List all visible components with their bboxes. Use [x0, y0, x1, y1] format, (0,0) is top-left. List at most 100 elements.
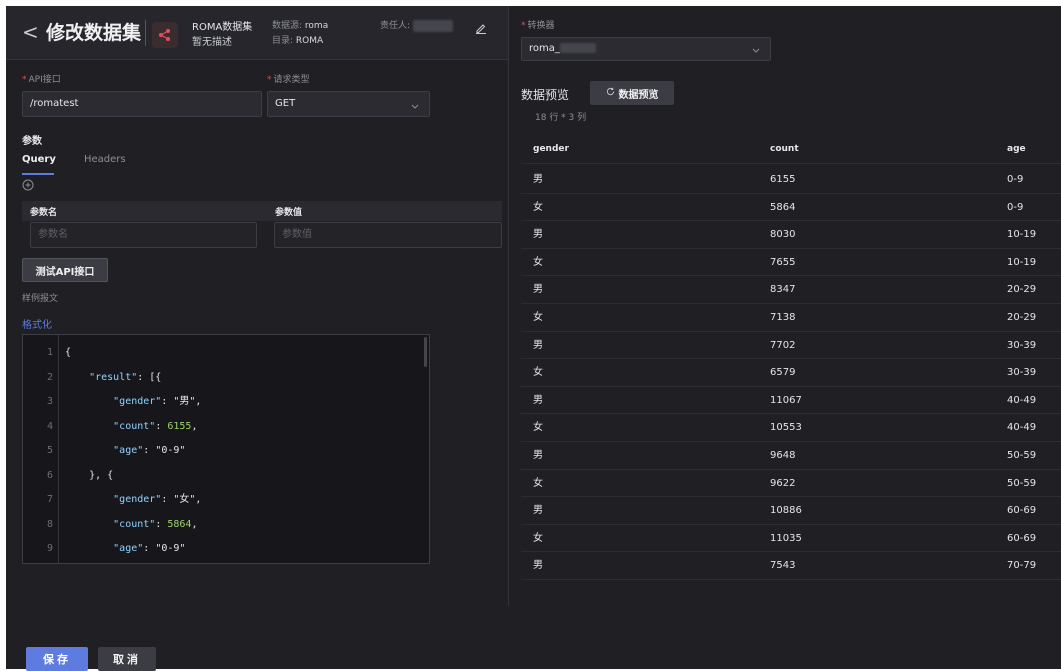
code-token: : "0-9"	[143, 445, 186, 456]
table-row: 女 7138 20-29	[521, 304, 1061, 332]
code-line: 8 "count": 5864,	[23, 513, 198, 537]
converter-redacted	[559, 43, 596, 53]
code-text: "age": "0-9"	[65, 537, 185, 561]
owner-redacted	[412, 19, 453, 32]
code-token: :	[155, 420, 168, 432]
table-cell: 男	[533, 505, 543, 517]
table-cell: 男	[533, 394, 543, 406]
table-row: 女 6579 30-39	[521, 359, 1061, 387]
datasource-meta: 数据源: roma	[272, 18, 328, 31]
table-cell: 10-19	[1007, 256, 1037, 268]
table-row: 男 6155 0-9	[521, 166, 1061, 194]
code-token: ,	[191, 518, 198, 530]
owner-label: 责任人:	[380, 21, 411, 31]
code-text: "count": 6155,	[65, 415, 197, 439]
code-token: 6155	[167, 420, 192, 432]
table-cell: 0-9	[1007, 201, 1024, 213]
line-number: 4	[46, 420, 53, 432]
table-cell: 女	[533, 422, 543, 434]
table-cell: 11067	[770, 394, 802, 406]
param-value-head: 参数值	[275, 208, 303, 218]
table-cell: 20-29	[1007, 284, 1037, 296]
code-editor[interactable]: 1{2 "result": [{3 "gender": "男", 4 "count…	[22, 334, 430, 564]
back-icon[interactable]: <	[22, 20, 39, 44]
table-cell: 女	[533, 256, 543, 268]
table-cell: 7138	[770, 312, 796, 323]
save-button[interactable]: 保存	[26, 647, 88, 671]
param-table-header	[22, 201, 502, 221]
table-cell: 30-39	[1007, 367, 1037, 379]
code-line: 6 }, {	[23, 464, 113, 488]
table-cell: 6579	[770, 367, 796, 379]
code-token: :	[155, 518, 168, 530]
add-circle-icon[interactable]	[22, 179, 34, 194]
tab-headers[interactable]: Headers	[84, 154, 126, 165]
datasource-label: 数据源:	[272, 21, 303, 31]
param-value-input[interactable]: 参数值	[274, 222, 502, 248]
code-line: 2 "result": [{	[23, 366, 161, 390]
code-token: 5864	[167, 518, 192, 530]
code-token: ,	[191, 420, 198, 432]
line-number: 2	[46, 371, 53, 383]
code-token: : "男",	[161, 396, 202, 407]
footer: 保存 取消	[6, 636, 508, 671]
api-label: * API接口	[22, 75, 61, 85]
method-value: GET	[275, 98, 296, 109]
converter-select[interactable]: roma_	[521, 37, 771, 61]
method-select[interactable]: GET	[267, 91, 430, 117]
table-cell: 女	[533, 367, 543, 379]
edit-icon[interactable]	[475, 22, 487, 37]
api-input[interactable]: /romatest	[22, 91, 262, 117]
table-cell: 男	[533, 229, 543, 241]
table-row: 男 8347 20-29	[521, 276, 1061, 304]
catalog-value: ROMA	[295, 36, 324, 46]
code-scrollbar[interactable]	[424, 337, 427, 367]
catalog-label: 目录:	[272, 36, 294, 46]
line-number: 3	[46, 396, 53, 407]
param-name-input[interactable]: 参数名	[30, 222, 257, 248]
tab-active-indicator	[22, 173, 54, 175]
table-row: 男 9648 50-59	[521, 442, 1061, 470]
code-text: }, {	[65, 464, 113, 488]
column-header: age	[1007, 144, 1026, 154]
method-label: * 请求类型	[267, 75, 310, 85]
table-cell: 20-29	[1007, 312, 1037, 323]
code-token: : [{	[137, 371, 162, 383]
preview-button[interactable]: 数据预览	[590, 81, 674, 105]
share-icon	[152, 22, 178, 48]
rows-info: 18 行 * 3 列	[535, 113, 587, 123]
refresh-icon	[606, 87, 615, 99]
table-row: 女 11035 60-69	[521, 525, 1061, 553]
code-token: }, {	[65, 469, 114, 481]
code-text: "count": 5864,	[65, 513, 197, 537]
header-divider	[145, 20, 146, 46]
table-cell: 7543	[770, 560, 796, 572]
test-api-button[interactable]: 测试API接口	[22, 258, 108, 282]
table-cell: 70-79	[1007, 560, 1037, 572]
column-header: count	[770, 144, 799, 154]
code-text: "result": [{	[65, 366, 161, 390]
param-name-head: 参数名	[30, 208, 58, 218]
table-cell: 女	[533, 201, 543, 213]
table-row: 男 11067 40-49	[521, 387, 1061, 415]
table-row: 女 9622 50-59	[521, 470, 1061, 498]
code-token: "result"	[65, 371, 138, 383]
format-link[interactable]: 格式化	[22, 316, 52, 331]
table-cell: 7655	[770, 256, 796, 268]
api-label-text: API接口	[28, 75, 61, 85]
table-cell: 10-19	[1007, 229, 1037, 241]
table-cell: 11035	[770, 532, 802, 544]
code-token: "age"	[65, 445, 144, 456]
app-window: < 修改数据集 ROMA数据集 暂无描述 数据源: roma 目录: ROMA …	[6, 6, 1061, 671]
code-line: 7 "gender": "女",	[23, 488, 201, 512]
tab-query[interactable]: Query	[22, 154, 56, 165]
converter-label: * 转换器	[521, 21, 555, 31]
table-cell: 40-49	[1007, 394, 1037, 406]
right-panel: * 转换器 roma_ 数据预览 数据预览 18 行 * 3 列 gender co…	[509, 6, 1061, 669]
catalog-meta: 目录: ROMA	[272, 33, 323, 46]
line-number: 1	[46, 347, 53, 358]
cancel-button[interactable]: 取消	[98, 647, 156, 671]
code-token: "count"	[65, 518, 156, 530]
code-token: "gender"	[65, 494, 162, 505]
code-token: : "女",	[161, 494, 202, 505]
